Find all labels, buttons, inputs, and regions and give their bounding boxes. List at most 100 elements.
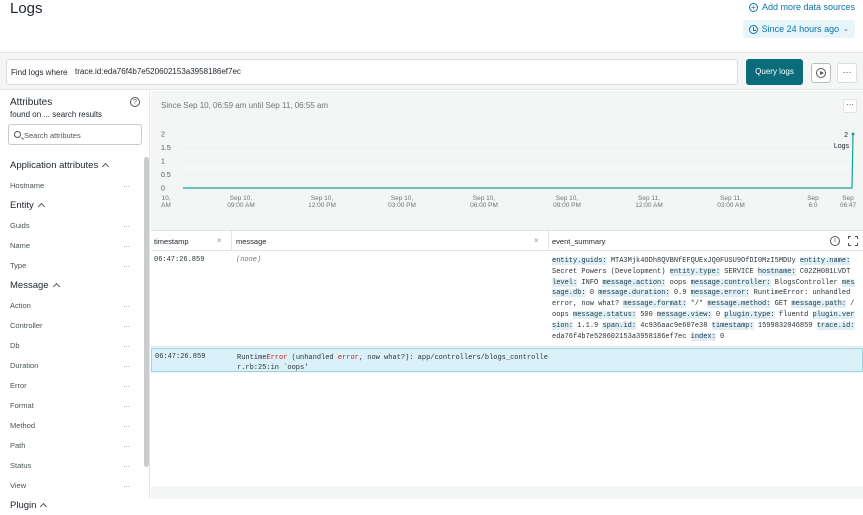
more-options-button[interactable]: ⋯ <box>837 63 857 83</box>
time-picker-label: Since 24 hours ago <box>761 24 840 34</box>
summary-key: entity.guids: <box>552 257 607 265</box>
logs-series-point <box>851 132 855 136</box>
query-logs-button[interactable]: Query logs <box>746 59 803 85</box>
summary-key: level: <box>552 278 578 287</box>
help-icon[interactable]: ? <box>130 97 140 107</box>
attribute-group[interactable]: Entity <box>0 195 144 215</box>
summary-value: 1.1.9 <box>577 321 599 330</box>
attribute-group[interactable]: Application attributes <box>0 155 144 175</box>
summary-value: 0 <box>589 289 595 298</box>
attribute-item[interactable]: Method... <box>0 415 144 435</box>
attribute-item[interactable]: Duration... <box>0 355 144 375</box>
play-icon <box>816 68 826 78</box>
attribute-item[interactable]: Error... <box>0 375 144 395</box>
time-picker[interactable]: Since 24 hours ago ⌄ <box>742 20 855 38</box>
row-event-summary: entity.guids: MTA3Mjk4ODh8QVBNfEFQUExJQ0… <box>552 256 857 342</box>
summary-key: message.controller: <box>690 278 771 287</box>
query-value[interactable]: trace.id:eda76f4b7e520602153a3958186ef7e… <box>75 67 241 76</box>
summary-key: message.action: <box>602 278 666 287</box>
row-message: RuntimeError (unhandled error, now what?… <box>237 354 548 372</box>
remove-column-icon[interactable]: × <box>217 236 222 245</box>
attribute-menu-button[interactable]: ... <box>123 220 130 229</box>
y-tick-label: 0.5 <box>161 172 171 179</box>
chart-more-button[interactable]: ⋯ <box>843 99 857 113</box>
summary-key: message.path: <box>791 300 847 309</box>
summary-key: message.error: <box>690 289 750 298</box>
attribute-menu-button[interactable]: ... <box>123 300 130 309</box>
attribute-menu-button[interactable]: ... <box>123 320 130 329</box>
attribute-menu-button[interactable]: ... <box>123 460 130 469</box>
column-header-message[interactable]: message <box>236 237 266 246</box>
column-header-timestamp[interactable]: timestamp <box>154 237 189 246</box>
summary-key: message.method: <box>707 300 771 309</box>
chevron-up-icon <box>52 282 60 291</box>
attribute-menu-button[interactable]: ... <box>123 400 130 409</box>
attributes-sidebar: Attributes found on ... search results ?… <box>0 91 150 511</box>
summary-value: 1599832046859 <box>757 321 813 330</box>
chevron-up-icon <box>102 162 110 171</box>
attribute-menu-button[interactable]: ... <box>123 420 130 429</box>
remove-column-icon[interactable]: × <box>534 236 539 245</box>
summary-key: span.id: <box>602 321 637 330</box>
attribute-group[interactable]: Plugin <box>0 495 144 515</box>
attribute-item[interactable]: Hostname... <box>0 175 144 195</box>
attribute-menu-button[interactable]: ... <box>123 380 130 389</box>
summary-value: SERVICE <box>724 267 754 276</box>
attribute-item[interactable]: Guids... <box>0 215 144 235</box>
attribute-item[interactable]: Db... <box>0 335 144 355</box>
summary-value: Secret Powers (Development) <box>552 267 666 276</box>
info-icon[interactable]: i <box>830 236 840 246</box>
y-tick-label: 1 <box>161 159 165 166</box>
chevron-down-icon: ⌄ <box>843 26 849 33</box>
expand-icon[interactable] <box>848 236 858 246</box>
live-tail-button[interactable] <box>811 63 831 83</box>
attribute-item[interactable]: Action... <box>0 295 144 315</box>
row-timestamp: 06:47:26.859 <box>155 353 206 361</box>
attribute-menu-button[interactable]: ... <box>123 360 130 369</box>
summary-value: C02ZH081LVDT <box>799 267 851 276</box>
y-tick-label: 0 <box>161 186 165 193</box>
horizontal-scrollbar[interactable] <box>151 486 863 499</box>
x-tick-label: Sep 10, 03:00 PM <box>388 195 416 209</box>
clock-icon <box>748 24 758 34</box>
attribute-menu-button[interactable]: ... <box>123 440 130 449</box>
search-icon <box>14 131 21 138</box>
legend-label: Logs <box>834 143 850 150</box>
summary-key: message.view: <box>657 310 712 319</box>
x-tick-label: 10, AM <box>161 195 171 209</box>
attribute-item[interactable]: View... <box>0 475 144 495</box>
x-tick-label: Sep 10, 09:00 PM <box>553 195 581 209</box>
column-header-event-summary[interactable]: event_summary <box>552 237 605 246</box>
summary-key: entity.type: <box>669 267 721 276</box>
x-tick-label: Sep 10, 09:00 AM <box>227 195 254 209</box>
attribute-search-input[interactable]: Search attributes <box>8 124 142 145</box>
sidebar-scrollbar[interactable] <box>144 157 149 467</box>
add-data-sources-label: Add more data sources <box>761 2 855 12</box>
attribute-menu-button[interactable]: ... <box>123 340 130 349</box>
summary-value: 0 <box>715 310 721 319</box>
attribute-menu-button[interactable]: ... <box>123 240 130 249</box>
summary-value: INFO <box>581 278 599 287</box>
x-tick-label: Sep 10, 12:00 PM <box>308 195 336 209</box>
attribute-group[interactable]: Message <box>0 275 144 295</box>
attribute-item[interactable]: Type... <box>0 255 144 275</box>
attribute-item[interactable]: Path... <box>0 435 144 455</box>
summary-key: message.format: <box>623 300 687 309</box>
attribute-item[interactable]: Controller... <box>0 315 144 335</box>
summary-value: oops <box>669 278 687 287</box>
attribute-menu-button[interactable]: ... <box>123 480 130 489</box>
attribute-item[interactable]: Status... <box>0 455 144 475</box>
attribute-item[interactable]: Format... <box>0 395 144 415</box>
y-tick-label: 1.5 <box>161 145 171 152</box>
attribute-menu-button[interactable]: ... <box>123 260 130 269</box>
table-header: timestamp × message × event_summary i <box>151 230 863 251</box>
attribute-item[interactable]: Name... <box>0 235 144 255</box>
attribute-list: Application attributes Hostname... Entity G… <box>0 155 144 515</box>
attribute-menu-button[interactable]: ... <box>123 180 130 189</box>
table-row[interactable]: 06:47:26.859 (none) entity.guids: MTA3Mj… <box>151 251 863 347</box>
summary-value: BlogsController <box>774 278 838 287</box>
add-data-sources-link[interactable]: + Add more data sources <box>748 2 855 12</box>
table-row-selected[interactable]: 06:47:26.859 RuntimeError (unhandled err… <box>151 348 863 372</box>
chart-range-text: Since Sep 10, 06:59 am until Sep 11, 06:… <box>161 101 329 110</box>
y-tick-label: 2 <box>161 132 165 139</box>
